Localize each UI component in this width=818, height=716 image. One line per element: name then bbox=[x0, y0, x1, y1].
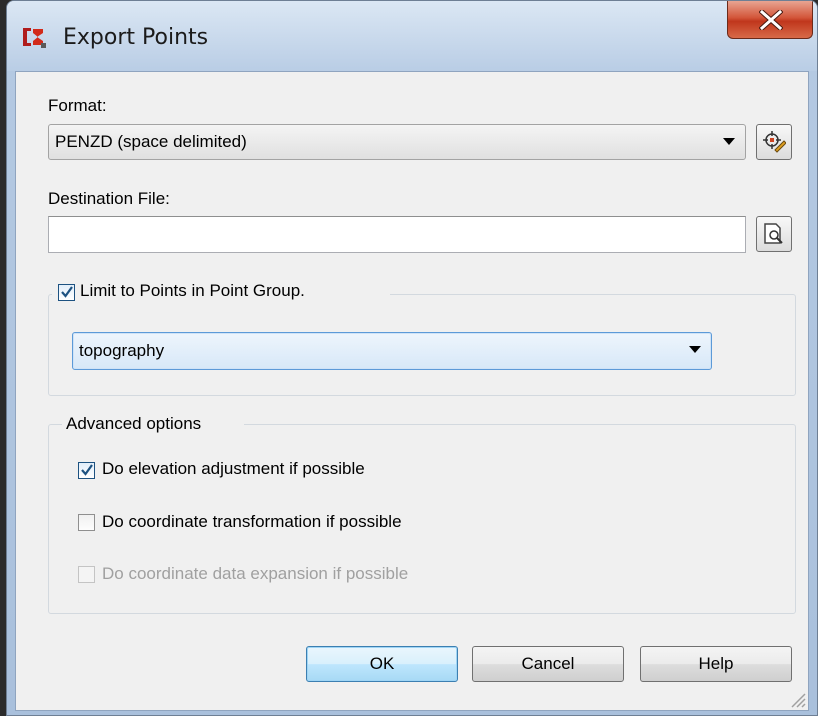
browse-file-icon bbox=[764, 223, 783, 244]
limit-point-group-label[interactable]: Limit to Points in Point Group. bbox=[80, 281, 305, 301]
elevation-adjustment-label[interactable]: Do elevation adjustment if possible bbox=[102, 459, 365, 479]
format-edit-icon bbox=[763, 131, 786, 153]
coordinate-transformation-label[interactable]: Do coordinate transformation if possible bbox=[102, 512, 402, 532]
format-dropdown[interactable]: PENZD (space delimited) bbox=[48, 124, 746, 160]
export-points-dialog: Export Points Format: PENZD (space delim… bbox=[6, 0, 818, 716]
advanced-options-legend: Advanced options bbox=[66, 414, 202, 433]
close-button[interactable] bbox=[727, 1, 813, 39]
close-icon bbox=[759, 10, 783, 30]
limit-point-group-checkbox[interactable] bbox=[58, 284, 75, 301]
format-value: PENZD (space delimited) bbox=[55, 132, 247, 151]
resize-grip-icon[interactable] bbox=[788, 690, 806, 708]
dialog-body: Format: PENZD (space delimited) Destinat… bbox=[15, 71, 809, 711]
elevation-adjustment-checkbox[interactable] bbox=[78, 462, 95, 479]
civil3d-app-icon bbox=[21, 25, 47, 49]
format-label: Format: bbox=[48, 96, 107, 115]
ok-button[interactable]: OK bbox=[306, 646, 458, 682]
coordinate-transformation-checkbox[interactable] bbox=[78, 514, 95, 531]
point-group-value: topography bbox=[79, 341, 165, 360]
help-button[interactable]: Help bbox=[640, 646, 792, 682]
chevron-down-icon bbox=[689, 346, 701, 353]
browse-file-button[interactable] bbox=[756, 216, 792, 252]
checkmark-icon bbox=[81, 464, 93, 476]
format-edit-button[interactable] bbox=[756, 124, 792, 160]
checkmark-icon bbox=[61, 286, 73, 298]
window-title: Export Points bbox=[63, 25, 209, 50]
coordinate-data-expansion-label: Do coordinate data expansion if possible bbox=[102, 564, 409, 583]
destination-label: Destination File: bbox=[48, 189, 170, 208]
destination-file-input[interactable] bbox=[48, 216, 746, 253]
cancel-button[interactable]: Cancel bbox=[472, 646, 624, 682]
title-bar[interactable]: Export Points bbox=[7, 1, 817, 71]
point-group-dropdown[interactable]: topography bbox=[72, 332, 712, 370]
coordinate-data-expansion-checkbox bbox=[78, 566, 95, 583]
chevron-down-icon bbox=[723, 138, 735, 145]
